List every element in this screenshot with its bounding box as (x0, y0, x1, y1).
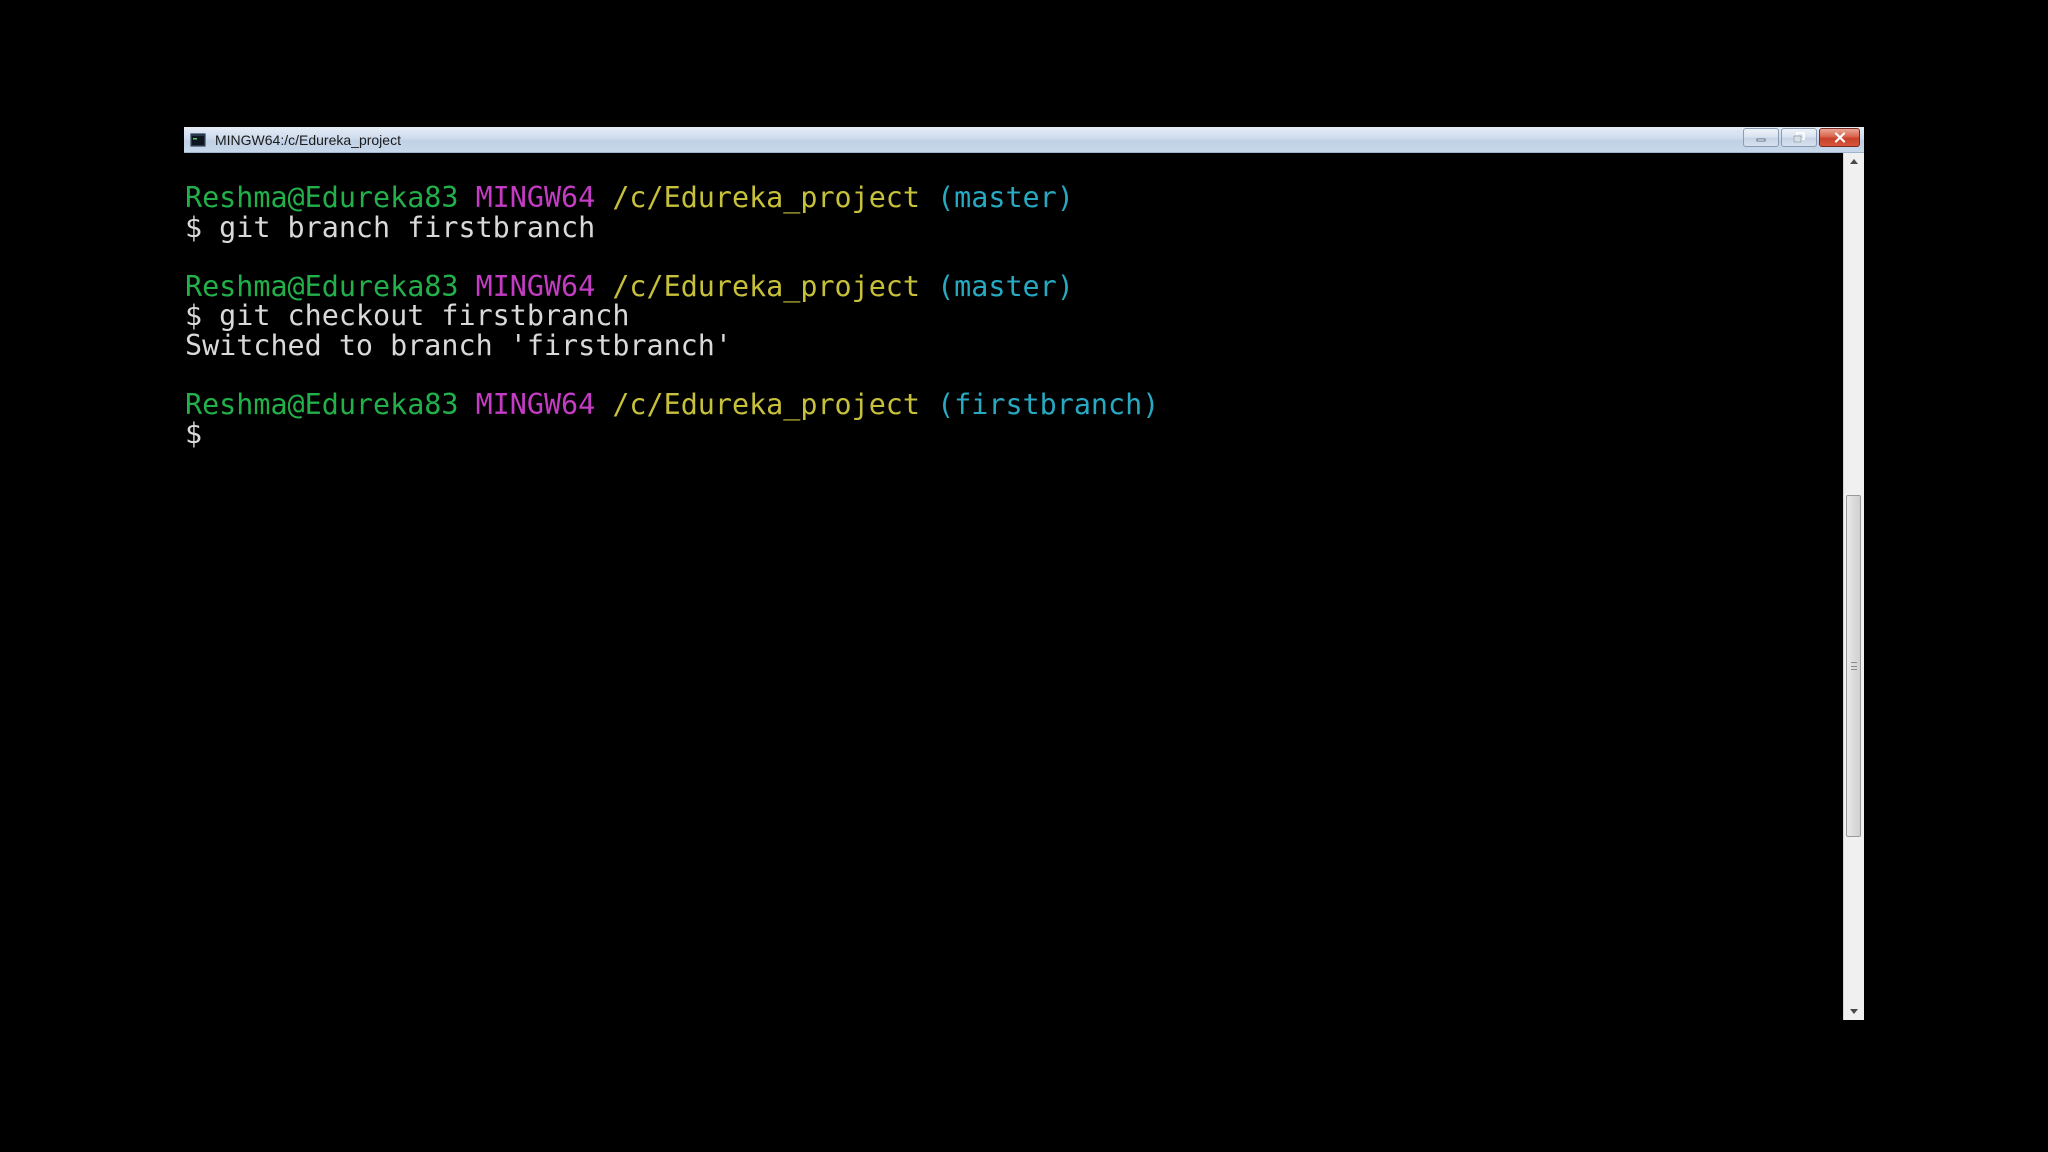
scroll-up-button[interactable] (1844, 153, 1864, 170)
prompt-line: Reshma@Edureka83 MINGW64 /c/Edureka_proj… (185, 183, 1159, 213)
scroll-thumb[interactable] (1846, 495, 1861, 837)
close-icon (1834, 132, 1845, 143)
minimize-button[interactable] (1743, 128, 1779, 147)
scroll-thumb-grip (1851, 662, 1857, 670)
prompt-line: Reshma@Edureka83 MINGW64 /c/Edureka_proj… (185, 387, 1160, 421)
prompt-path: /c/Edureka_project (612, 387, 920, 421)
prompt-branch: (firstbranch) (937, 387, 1160, 421)
terminal-text: Reshma@Edureka83 MINGW64 /c/Edureka_proj… (185, 183, 1159, 449)
prompt-system: MINGW64 (475, 269, 596, 303)
terminal-window: MINGW64:/c/Edureka_project Reshma@Edurek… (184, 127, 1864, 1020)
prompt-path: /c/Edureka_project (612, 181, 920, 214)
command-text: $ (185, 417, 203, 450)
prompt-branch: (master) (937, 269, 1074, 303)
prompt-user-host: Reshma@Edureka83 (185, 269, 459, 303)
output-text: Switched to branch 'firstbranch' (185, 328, 732, 362)
scroll-down-button[interactable] (1844, 1003, 1864, 1020)
restore-icon (1793, 131, 1805, 143)
prompt-system: MINGW64 (475, 387, 596, 421)
scroll-up-arrow-icon (1850, 159, 1858, 164)
restore-button[interactable] (1781, 128, 1817, 147)
scroll-down-arrow-icon (1850, 1009, 1858, 1014)
command-line: $ git checkout firstbranch (185, 301, 1159, 331)
minimize-icon (1756, 138, 1766, 141)
terminal-output-area[interactable]: Reshma@Edureka83 MINGW64 /c/Edureka_proj… (184, 153, 1843, 1020)
prompt-path: /c/Edureka_project (612, 269, 920, 303)
vertical-scrollbar[interactable] (1843, 153, 1864, 1020)
output-line: Switched to branch 'firstbranch' (185, 328, 1159, 362)
close-button[interactable] (1819, 128, 1860, 147)
title-bar[interactable]: MINGW64:/c/Edureka_project (184, 127, 1864, 153)
mingw-app-icon (190, 133, 206, 147)
prompt-user-host: Reshma@Edureka83 (185, 181, 459, 214)
command-line: $ (185, 419, 1159, 449)
command-text: $ git checkout firstbranch (185, 299, 630, 332)
prompt-system: MINGW64 (475, 181, 596, 214)
prompt-branch: (master) (937, 181, 1074, 214)
window-title: MINGW64:/c/Edureka_project (215, 132, 401, 148)
prompt-user-host: Reshma@Edureka83 (185, 387, 459, 421)
command-text: $ git branch firstbranch (185, 210, 596, 244)
prompt-line: Reshma@Edureka83 MINGW64 /c/Edureka_proj… (185, 269, 1159, 303)
command-line: $ git branch firstbranch (185, 210, 1159, 244)
